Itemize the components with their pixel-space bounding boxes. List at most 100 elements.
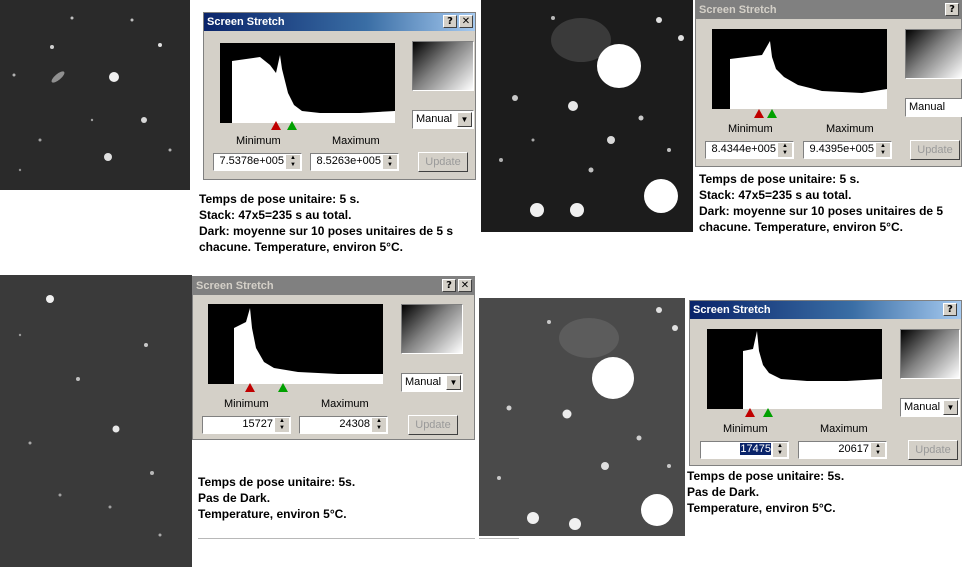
maximum-value: 8.5263e+005 bbox=[316, 155, 381, 167]
update-button[interactable]: Update bbox=[908, 440, 958, 460]
mode-select[interactable]: Manual ▼ bbox=[412, 110, 474, 129]
max-marker-icon[interactable] bbox=[278, 383, 288, 392]
maximum-input[interactable]: 8.5263e+005 ▲ ▼ bbox=[310, 153, 399, 171]
note-line: Temps de pose unitaire: 5s. bbox=[687, 469, 845, 483]
astro-image-1 bbox=[0, 0, 190, 190]
astro-image-2 bbox=[481, 0, 693, 232]
update-button[interactable]: Update bbox=[910, 140, 960, 160]
chevron-down-icon[interactable]: ▼ bbox=[446, 375, 461, 390]
stretch-preview bbox=[905, 29, 962, 79]
screen-stretch-dialog-1: Screen Stretch ? ✕ Manual ▼ Minimum Maxi… bbox=[203, 12, 476, 180]
chevron-down-icon[interactable]: ▼ bbox=[457, 112, 472, 127]
mode-select[interactable]: Manual ▼ bbox=[401, 373, 463, 392]
maximum-label: Maximum bbox=[826, 123, 874, 135]
maximum-value: 20617 bbox=[838, 443, 869, 455]
histogram-panel bbox=[208, 304, 383, 384]
close-button[interactable]: ✕ bbox=[458, 279, 472, 292]
maximum-label: Maximum bbox=[332, 135, 380, 147]
min-marker-icon[interactable] bbox=[754, 109, 764, 118]
exposure-note-3: Temps de pose unitaire: 5s. Pas de Dark.… bbox=[198, 474, 355, 522]
minimum-value: 17475 bbox=[740, 443, 771, 455]
minimum-label: Minimum bbox=[723, 423, 768, 435]
help-button[interactable]: ? bbox=[943, 303, 957, 316]
max-marker-icon[interactable] bbox=[767, 109, 777, 118]
note-line: chacune. Temperature, environ 5°C. bbox=[699, 220, 903, 234]
min-marker-icon[interactable] bbox=[245, 383, 255, 392]
minimum-label: Minimum bbox=[728, 123, 773, 135]
spin-arrows-icon[interactable]: ▲ ▼ bbox=[778, 143, 792, 157]
max-marker-icon[interactable] bbox=[763, 408, 773, 417]
note-line: Stack: 47x5=235 s au total. bbox=[699, 188, 852, 202]
astro-image-3 bbox=[0, 275, 192, 567]
minimum-input[interactable]: 17475 ▲ ▼ bbox=[700, 441, 789, 459]
note-line: Pas de Dark. bbox=[687, 485, 760, 499]
spin-arrows-icon[interactable]: ▲ ▼ bbox=[773, 443, 787, 457]
note-line: Temperature, environ 5°C. bbox=[687, 501, 836, 515]
dialog-title: Screen Stretch bbox=[699, 4, 777, 16]
minimum-input[interactable]: 15727 ▲ ▼ bbox=[202, 416, 291, 434]
exposure-note-2: Temps de pose unitaire: 5 s. Stack: 47x5… bbox=[699, 171, 943, 235]
astro-image-4 bbox=[479, 298, 685, 536]
screen-stretch-dialog-2: Screen Stretch ? Manual Minimum Maximum … bbox=[695, 0, 962, 167]
dialog-title: Screen Stretch bbox=[693, 304, 771, 316]
histogram-panel bbox=[712, 29, 887, 109]
spin-arrows-icon[interactable]: ▲ ▼ bbox=[871, 443, 885, 457]
divider bbox=[198, 538, 475, 539]
update-button[interactable]: Update bbox=[418, 152, 468, 172]
min-marker-icon[interactable] bbox=[271, 121, 281, 130]
spin-arrows-icon[interactable]: ▲ ▼ bbox=[383, 155, 397, 169]
help-button[interactable]: ? bbox=[442, 279, 456, 292]
histogram-panel bbox=[707, 329, 882, 409]
spin-arrows-icon[interactable]: ▲ ▼ bbox=[876, 143, 890, 157]
minimum-value: 15727 bbox=[242, 418, 273, 430]
minimum-value: 8.4344e+005 bbox=[711, 143, 776, 155]
note-line: Pas de Dark. bbox=[198, 491, 271, 505]
note-line: Stack: 47x5=235 s au total. bbox=[199, 208, 352, 222]
dialog-titlebar[interactable]: Screen Stretch ? bbox=[690, 301, 961, 319]
stretch-preview bbox=[401, 304, 463, 354]
maximum-value: 24308 bbox=[339, 418, 370, 430]
mode-select[interactable]: Manual ▼ bbox=[900, 398, 960, 417]
minimum-value: 7.5378e+005 bbox=[219, 155, 284, 167]
minimum-input[interactable]: 8.4344e+005 ▲ ▼ bbox=[705, 141, 794, 159]
screen-stretch-dialog-3: Screen Stretch ? ✕ Manual ▼ Minimum Maxi… bbox=[192, 276, 475, 440]
mode-value: Manual bbox=[416, 113, 453, 125]
spin-arrows-icon[interactable]: ▲ ▼ bbox=[275, 418, 289, 432]
note-line: Temps de pose unitaire: 5s. bbox=[198, 475, 356, 489]
divider bbox=[479, 538, 519, 539]
dialog-titlebar[interactable]: Screen Stretch ? ✕ bbox=[193, 277, 474, 295]
dialog-titlebar[interactable]: Screen Stretch ? bbox=[696, 1, 961, 19]
update-button[interactable]: Update bbox=[408, 415, 458, 435]
mode-select[interactable]: Manual bbox=[905, 98, 962, 117]
mode-value: Manual bbox=[405, 376, 442, 388]
minimum-label: Minimum bbox=[236, 135, 281, 147]
help-button[interactable]: ? bbox=[945, 3, 959, 16]
note-line: Dark: moyenne sur 10 poses unitaires de … bbox=[199, 224, 454, 238]
spin-arrows-icon[interactable]: ▲ ▼ bbox=[286, 155, 300, 169]
dialog-titlebar[interactable]: Screen Stretch ? ✕ bbox=[204, 13, 475, 31]
histogram-panel bbox=[220, 43, 395, 123]
help-button[interactable]: ? bbox=[443, 15, 457, 28]
close-button[interactable]: ✕ bbox=[459, 15, 473, 28]
minimum-label: Minimum bbox=[224, 398, 269, 410]
note-line: Dark: moyenne sur 10 poses unitaires de … bbox=[699, 204, 944, 218]
chevron-down-icon[interactable]: ▼ bbox=[943, 400, 958, 415]
maximum-label: Maximum bbox=[820, 423, 868, 435]
spin-arrows-icon[interactable]: ▲ ▼ bbox=[372, 418, 386, 432]
min-marker-icon[interactable] bbox=[745, 408, 755, 417]
stretch-preview bbox=[900, 329, 960, 379]
note-line: Temperature, environ 5°C. bbox=[198, 507, 347, 521]
max-marker-icon[interactable] bbox=[287, 121, 297, 130]
maximum-input[interactable]: 24308 ▲ ▼ bbox=[299, 416, 388, 434]
note-line: Temps de pose unitaire: 5 s. bbox=[199, 192, 360, 206]
mode-value: Manual bbox=[904, 401, 941, 413]
note-line: chacune. Temperature, environ 5°C. bbox=[199, 240, 403, 254]
note-line: Temps de pose unitaire: 5 s. bbox=[699, 172, 860, 186]
maximum-value: 9.4395e+005 bbox=[809, 143, 874, 155]
minimum-input[interactable]: 7.5378e+005 ▲ ▼ bbox=[213, 153, 302, 171]
screen-stretch-dialog-4: Screen Stretch ? Manual ▼ Minimum Maximu… bbox=[689, 300, 962, 466]
exposure-note-4: Temps de pose unitaire: 5s. Pas de Dark.… bbox=[687, 468, 844, 516]
dialog-title: Screen Stretch bbox=[207, 16, 285, 28]
maximum-input[interactable]: 9.4395e+005 ▲ ▼ bbox=[803, 141, 892, 159]
maximum-input[interactable]: 20617 ▲ ▼ bbox=[798, 441, 887, 459]
